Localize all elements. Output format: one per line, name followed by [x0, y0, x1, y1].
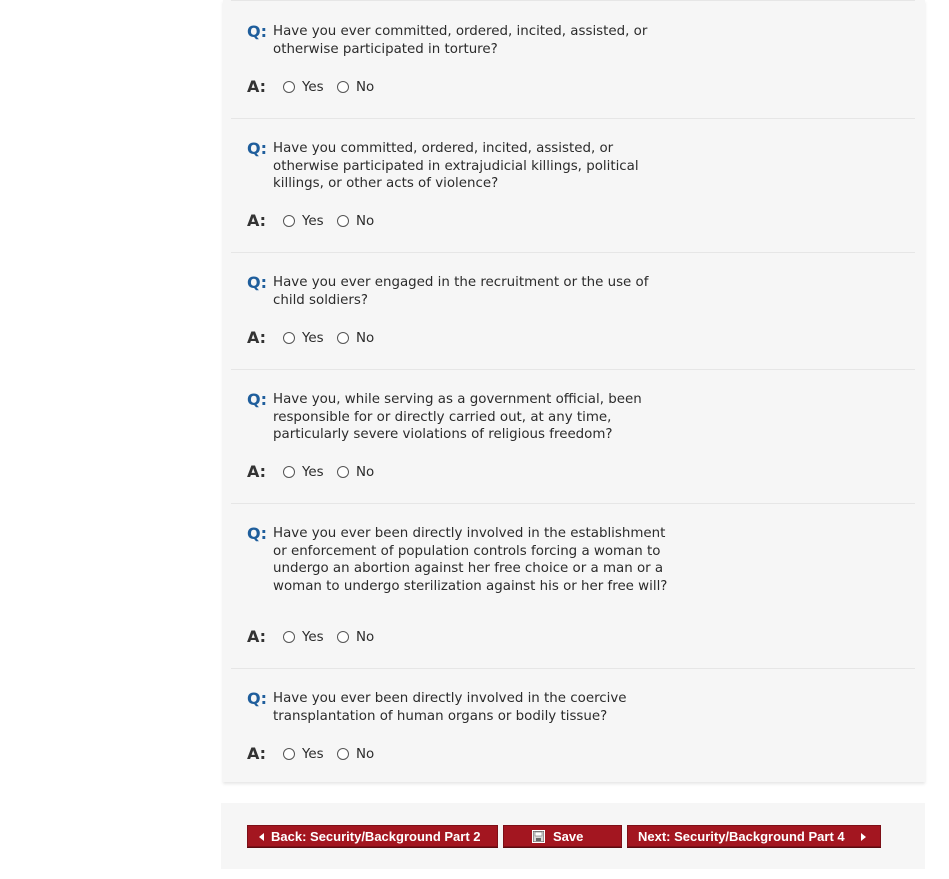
yes-radio[interactable] [283, 332, 295, 344]
answer-marker: A: [247, 328, 267, 347]
no-radio[interactable] [337, 748, 349, 760]
question-text: Have you, while serving as a government … [273, 391, 693, 444]
divider [231, 0, 915, 1]
divider [231, 503, 915, 504]
yes-radio[interactable] [283, 466, 295, 478]
divider [231, 118, 915, 119]
question-marker: Q: [247, 273, 267, 292]
question-line: transplantation of human organs or bodil… [273, 708, 608, 724]
question-line: Have you ever committed, ordered, incite… [273, 24, 648, 39]
answer-marker: A: [247, 744, 267, 763]
floppy-disk-icon [532, 830, 545, 843]
question-marker: Q: [247, 689, 267, 708]
question-marker: Q: [247, 524, 267, 543]
no-label[interactable]: No [356, 214, 374, 230]
answer-marker: A: [247, 627, 267, 646]
question-line: otherwise participated in torture? [273, 41, 498, 57]
yes-label[interactable]: Yes [302, 465, 324, 481]
no-label[interactable]: No [356, 747, 374, 763]
question-line: Have you, while serving as a government … [273, 392, 642, 407]
answer-marker: A: [247, 211, 267, 230]
no-radio[interactable] [337, 215, 349, 227]
question-text: Have you ever engaged in the recruitment… [273, 274, 693, 309]
answer-marker: A: [247, 462, 267, 481]
question-line: Have you ever been directly involved in … [273, 526, 666, 541]
question-marker: Q: [247, 390, 267, 409]
no-radio[interactable] [337, 332, 349, 344]
no-label[interactable]: No [356, 331, 374, 347]
arrow-right-icon [861, 833, 866, 841]
no-radio[interactable] [337, 466, 349, 478]
yes-label[interactable]: Yes [302, 747, 324, 763]
questions-panel: Q: Have you ever committed, ordered, inc… [223, 0, 925, 782]
question-line: undergo an abortion against her free cho… [273, 561, 664, 576]
divider [231, 668, 915, 669]
no-label[interactable]: No [356, 630, 374, 646]
question-line: Have you committed, ordered, incited, as… [273, 141, 614, 156]
question-line: killings, or other acts of violence? [273, 176, 499, 191]
save-button-label: Save [553, 829, 584, 844]
question-text: Have you ever been directly involved in … [273, 525, 693, 595]
question-line: responsible for or directly carried out,… [273, 409, 612, 425]
back-button[interactable]: Back: Security/Background Part 2 [247, 825, 498, 847]
question-line: or enforcement of population controls fo… [273, 543, 661, 559]
answer-marker: A: [247, 77, 267, 96]
question-marker: Q: [247, 22, 267, 41]
back-button-label: Back: Security/Background Part 2 [271, 829, 481, 844]
divider [231, 252, 915, 253]
no-radio[interactable] [337, 631, 349, 643]
yes-label[interactable]: Yes [302, 80, 324, 96]
divider [231, 369, 915, 370]
yes-label[interactable]: Yes [302, 214, 324, 230]
question-text: Have you ever committed, ordered, incite… [273, 23, 693, 58]
question-line: child soldiers? [273, 292, 368, 308]
no-radio[interactable] [337, 81, 349, 93]
next-button-label: Next: Security/Background Part 4 [638, 829, 845, 844]
no-label[interactable]: No [356, 80, 374, 96]
arrow-left-icon [259, 833, 264, 841]
question-line: Have you ever been directly involved in … [273, 691, 627, 706]
yes-label[interactable]: Yes [302, 331, 324, 347]
question-line: particularly severe violations of religi… [273, 427, 613, 442]
question-line: otherwise participated in extrajudicial … [273, 158, 639, 174]
yes-radio[interactable] [283, 631, 295, 643]
question-line: woman to undergo sterilization against h… [273, 578, 668, 594]
navigation-footer: Back: Security/Background Part 2 Save Ne… [221, 803, 925, 869]
yes-radio[interactable] [283, 215, 295, 227]
yes-label[interactable]: Yes [302, 630, 324, 646]
save-button[interactable]: Save [503, 825, 622, 847]
question-text: Have you committed, ordered, incited, as… [273, 140, 693, 193]
yes-radio[interactable] [283, 748, 295, 760]
yes-radio[interactable] [283, 81, 295, 93]
question-line: Have you ever engaged in the recruitment… [273, 275, 649, 290]
next-button[interactable]: Next: Security/Background Part 4 [627, 825, 881, 847]
no-label[interactable]: No [356, 465, 374, 481]
question-marker: Q: [247, 139, 267, 158]
question-text: Have you ever been directly involved in … [273, 690, 693, 725]
